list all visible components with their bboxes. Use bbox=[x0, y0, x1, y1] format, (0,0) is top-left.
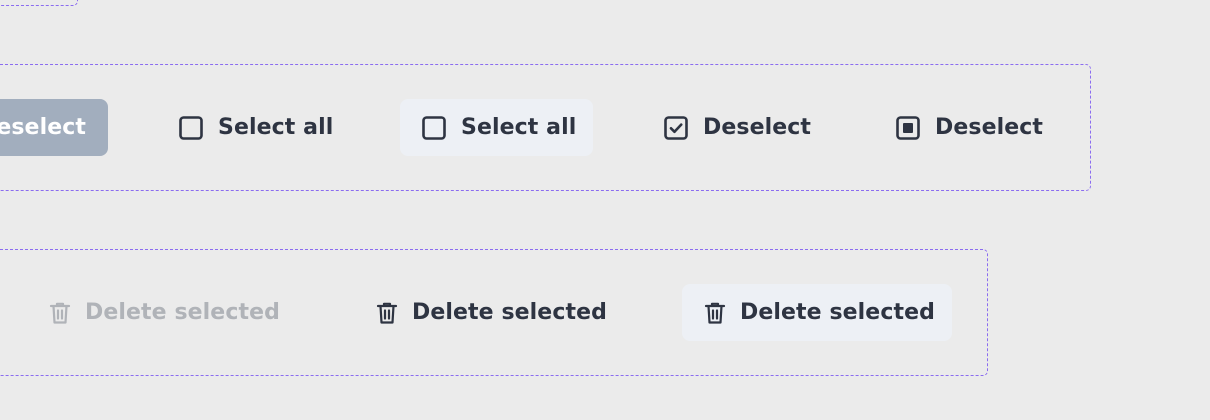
delete-selected-disabled-button[interactable]: Delete selected bbox=[49, 284, 280, 341]
deselect-indeterminate-label: Deselect bbox=[935, 115, 1044, 140]
variants-canvas: eselect Select all Select all Deselect D… bbox=[0, 0, 1210, 420]
select-all-label: Select all bbox=[218, 115, 334, 140]
select-all-soft-button[interactable]: Select all bbox=[400, 99, 593, 156]
select-all-soft-label: Select all bbox=[461, 115, 577, 140]
trash-icon bbox=[49, 301, 71, 325]
checkbox-empty-icon bbox=[421, 115, 447, 141]
delete-selected-label: Delete selected bbox=[412, 300, 607, 325]
trash-icon bbox=[376, 301, 398, 325]
deselect-checked-button[interactable]: Deselect bbox=[663, 99, 811, 156]
delete-selected-disabled-label: Delete selected bbox=[85, 300, 280, 325]
deselect-checked-label: Deselect bbox=[703, 115, 812, 140]
variant-frame-top bbox=[0, 0, 78, 6]
checkbox-empty-icon bbox=[178, 115, 204, 141]
deselect-solid-button[interactable]: eselect bbox=[0, 99, 108, 156]
delete-selected-button[interactable]: Delete selected bbox=[376, 284, 607, 341]
deselect-solid-label: eselect bbox=[0, 115, 86, 140]
checkbox-checked-icon bbox=[663, 115, 689, 141]
delete-selected-soft-button[interactable]: Delete selected bbox=[682, 284, 952, 341]
delete-selected-soft-label: Delete selected bbox=[740, 300, 935, 325]
trash-icon bbox=[704, 301, 726, 325]
select-all-button[interactable]: Select all bbox=[178, 99, 333, 156]
checkbox-indeterminate-icon bbox=[895, 115, 921, 141]
deselect-indeterminate-button[interactable]: Deselect bbox=[895, 99, 1043, 156]
